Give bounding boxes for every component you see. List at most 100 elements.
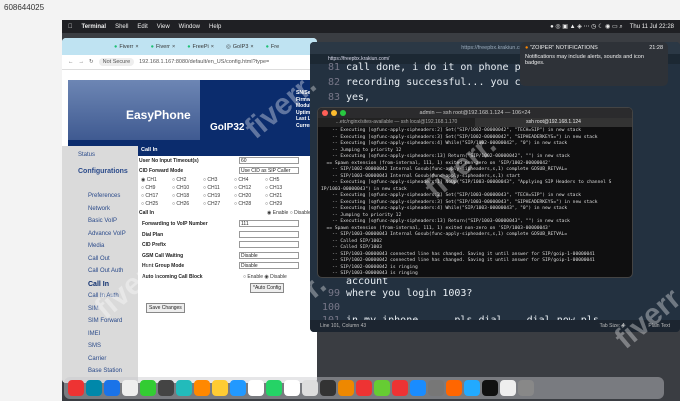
channel-radio[interactable]: ○ CH12	[234, 185, 251, 191]
menu-edit[interactable]: Edit	[137, 24, 147, 30]
not-secure-badge[interactable]: Not Secure	[98, 58, 135, 66]
clock[interactable]: Thu 11 Jul 22:28	[630, 24, 674, 30]
tab-fiverr-1[interactable]: ● Fiverr ×	[110, 42, 143, 52]
channel-radio[interactable]: ○ CH27	[203, 201, 220, 207]
sidebar-item[interactable]: Basic VoIP	[88, 218, 117, 224]
menu-shell[interactable]: Shell	[115, 24, 128, 30]
sidebar-item[interactable]: Carrier	[88, 356, 106, 362]
dock-app-icon[interactable]	[266, 380, 282, 396]
autoblock-radio[interactable]: ○ Enable ◉ Disable	[243, 274, 287, 280]
sidebar-item[interactable]: Media	[88, 243, 104, 249]
channel-radio[interactable]: ○ CH9	[141, 185, 155, 191]
sidebar-item[interactable]: Base Station	[88, 368, 122, 374]
channel-radio[interactable]: ○ CH26	[172, 201, 189, 207]
notification-banner[interactable]: ● "ZOIPER" NOTIFICATIONS 21:28 Notificati…	[520, 42, 668, 86]
sidebar-item[interactable]: Call In Auth	[88, 293, 119, 299]
dock-app-icon[interactable]	[122, 380, 138, 396]
channel-radio[interactable]: ○ CH29	[265, 201, 282, 207]
sidebar-item[interactable]: Status	[78, 152, 95, 158]
tab-goip[interactable]: ◎ GoIP3 ×	[222, 42, 258, 52]
sidebar-item[interactable]: Preferences	[88, 193, 120, 199]
url-input[interactable]: 192.168.1.167:8080/default/en_US/config.…	[139, 59, 269, 65]
editor-line[interactable]: yes,	[346, 92, 370, 103]
gsmwait-select[interactable]: Disable	[239, 252, 299, 259]
dock-app-icon[interactable]	[320, 380, 336, 396]
channel-radio[interactable]: ○ CH25	[141, 201, 158, 207]
dock-app-icon[interactable]	[356, 380, 372, 396]
channel-radio[interactable]: ○ CH19	[203, 193, 220, 199]
save-changes-button[interactable]: Save Changes	[146, 303, 185, 313]
dock-app-icon[interactable]	[68, 380, 84, 396]
sidebar-item[interactable]: IMEI	[88, 331, 100, 337]
sidebar-item[interactable]: Call Out Auth	[88, 268, 123, 274]
status-icons[interactable]: ● ◎ ▣ ▲ ◈ ⋯ ◷ ☾ ◉ ▭ ⌕	[550, 23, 623, 31]
channel-radio[interactable]: ○ CH28	[234, 201, 251, 207]
tab-freepbx-2[interactable]: ● Fre	[262, 42, 284, 52]
callin-enable-radio[interactable]: ◉ Enable ○ Disable	[267, 210, 311, 216]
sidebar-item[interactable]: SMS	[88, 343, 101, 349]
back-icon[interactable]: ←	[68, 59, 74, 65]
tab-freepbx[interactable]: ● FreePi ×	[183, 42, 218, 52]
language-mode[interactable]: Plain Text	[648, 323, 670, 329]
channel-radio[interactable]: ○ CH21	[265, 193, 282, 199]
sidebar-item[interactable]: SIM Forward	[88, 318, 122, 324]
sidebar-item[interactable]: Call Out	[88, 256, 110, 262]
cid-select[interactable]: Use CID as SIP Caller	[239, 167, 299, 174]
sidebar-item[interactable]: Call In	[88, 281, 109, 288]
dock-app-icon[interactable]	[140, 380, 156, 396]
menu-window[interactable]: Window	[179, 24, 200, 30]
terminal-tab-1[interactable]: ...etc/nginx/sites-available — ssh local…	[318, 118, 475, 127]
dock-app-icon[interactable]	[284, 380, 300, 396]
zoom-button[interactable]	[340, 110, 346, 116]
fwd-input[interactable]: 111	[239, 220, 299, 227]
channel-radio[interactable]: ○ CH5	[265, 177, 279, 183]
dock-app-icon[interactable]	[338, 380, 354, 396]
dock-app-icon[interactable]	[446, 380, 462, 396]
channel-radio[interactable]: ○ CH18	[172, 193, 189, 199]
reload-icon[interactable]: ↻	[89, 59, 94, 65]
timeout-input[interactable]: 60	[239, 157, 299, 164]
sidebar-item[interactable]: Advance VoIP	[88, 231, 126, 237]
dialplan-input[interactable]	[239, 231, 299, 238]
close-button[interactable]	[322, 110, 328, 116]
channel-radio[interactable]: ◉ CH1	[141, 177, 157, 183]
dock-app-icon[interactable]	[248, 380, 264, 396]
dock-app-icon[interactable]	[482, 380, 498, 396]
dock-app-icon[interactable]	[410, 380, 426, 396]
hunt-select[interactable]: Disable	[239, 262, 299, 269]
auto-config-button[interactable]: *Auto Config	[250, 283, 285, 293]
channel-radio[interactable]: ○ CH4	[234, 177, 248, 183]
channel-radio[interactable]: ○ CH11	[203, 185, 220, 191]
forward-icon[interactable]: →	[79, 59, 85, 65]
terminal-tab-2[interactable]: ssh root@192.168.1.124	[475, 118, 632, 127]
dock-app-icon[interactable]	[230, 380, 246, 396]
menu-app[interactable]: Terminal	[82, 24, 107, 30]
terminal-output[interactable]: -- Executing [s@func-apply-sipheaders:2]…	[318, 127, 632, 277]
editor-line[interactable]: where you login 1003?	[346, 288, 472, 299]
menu-help[interactable]: Help	[209, 24, 221, 30]
dock-app-icon[interactable]	[392, 380, 408, 396]
menu-view[interactable]: View	[157, 24, 170, 30]
minimize-button[interactable]	[331, 110, 337, 116]
channel-radio[interactable]: ○ CH3	[203, 177, 217, 183]
dock-app-icon[interactable]	[302, 380, 318, 396]
channel-radio[interactable]: ○ CH17	[141, 193, 158, 199]
dock-app-icon[interactable]	[428, 380, 444, 396]
channel-radio[interactable]: ○ CH13	[265, 185, 282, 191]
channel-radio[interactable]: ○ CH20	[234, 193, 251, 199]
dock-app-icon[interactable]	[104, 380, 120, 396]
tab-size[interactable]: Tab Size: 4	[600, 323, 625, 329]
cursor-position[interactable]: Line 101, Column 43	[320, 323, 366, 329]
editor-line[interactable]: call done, i do it on phone phone	[346, 62, 545, 73]
dock-app-icon[interactable]	[518, 380, 534, 396]
dock-app-icon[interactable]	[212, 380, 228, 396]
dock-app-icon[interactable]	[194, 380, 210, 396]
tab-fiverr-2[interactable]: ● Fiverr ×	[147, 42, 180, 52]
dock-app-icon[interactable]	[464, 380, 480, 396]
dock-app-icon[interactable]	[500, 380, 516, 396]
dock-app-icon[interactable]	[176, 380, 192, 396]
sidebar-item[interactable]: Configurations	[78, 168, 128, 175]
sidebar-item[interactable]: SIM	[88, 306, 99, 312]
channel-radio[interactable]: ○ CH10	[172, 185, 189, 191]
dock-app-icon[interactable]	[86, 380, 102, 396]
